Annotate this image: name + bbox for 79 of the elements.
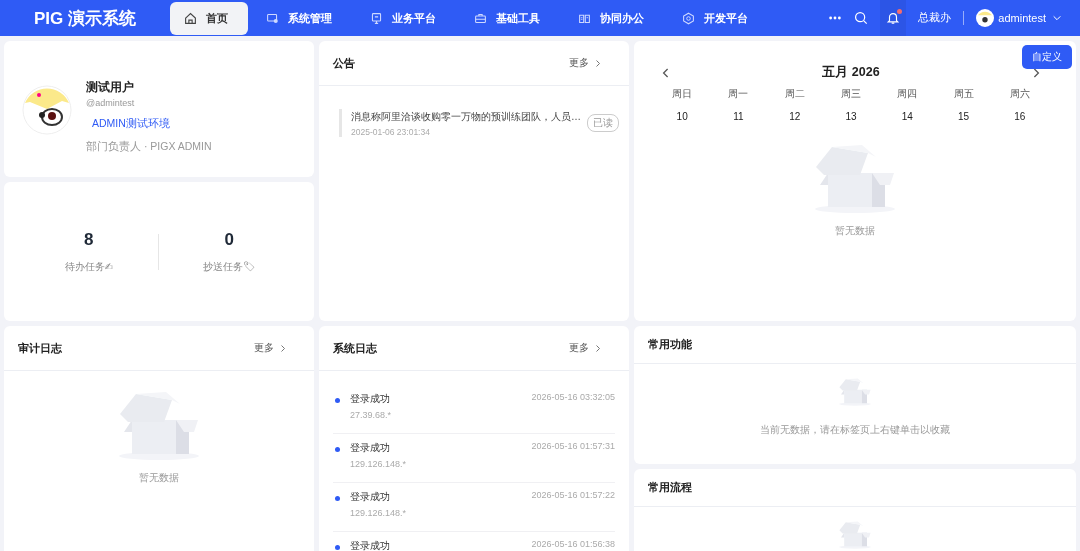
weekday-label: 周三	[840, 87, 862, 101]
calendar-day[interactable]: 16	[991, 111, 1048, 122]
avatar-icon[interactable]	[976, 9, 995, 27]
card-title: 审计日志	[18, 340, 62, 356]
home-icon	[184, 11, 197, 25]
more-link[interactable]: 更多	[254, 341, 300, 355]
empty-text: 暂无数据	[835, 224, 875, 238]
chevron-right-icon	[280, 343, 286, 353]
task-label: 待办任务✍	[64, 259, 113, 274]
log-event: 登录成功	[350, 539, 391, 551]
log-ip: 129.126.148.*	[350, 459, 408, 469]
user-role: 部门负责人 · PIGX ADMIN	[86, 140, 212, 154]
weekday-label: 周四	[896, 87, 919, 101]
calendar-month: 五月 2026	[822, 64, 880, 81]
log-time: 2026-05-16 03:32:05	[531, 392, 615, 402]
weekday-label: 周一	[727, 87, 750, 101]
task-count[interactable]: 8	[84, 229, 94, 250]
status-dot	[335, 398, 340, 403]
read-badge: 已读	[587, 114, 619, 132]
calendar-day[interactable]: 13	[822, 111, 880, 122]
log-event: 登录成功	[350, 392, 391, 406]
environment-tag: ADMIN测试环境	[92, 117, 212, 131]
nav-tab[interactable]: 开发平台	[668, 1, 768, 35]
app-logo: PIG 演示系统	[34, 7, 137, 30]
notice-time: 2025-01-06 23:01:34	[351, 127, 431, 137]
weekday-label: 周六	[1008, 87, 1031, 101]
task-count[interactable]: 0	[224, 229, 234, 250]
hexagon-icon	[682, 11, 695, 25]
log-time: 2026-05-16 01:57:31	[531, 441, 615, 451]
search-icon[interactable]	[854, 11, 869, 25]
chevron-left-icon[interactable]	[662, 66, 670, 79]
nav-tab[interactable]: 系统管理	[252, 1, 352, 35]
empty-text: 当前无数据，请在标签页上右键单击以收藏	[760, 423, 950, 437]
chevron-right-icon[interactable]	[1032, 66, 1040, 79]
notice-text: 消息称阿里洽谈收购零一万物的预训练团队，人员…	[351, 110, 579, 124]
username[interactable]: admintest	[998, 12, 1046, 24]
bell-icon[interactable]	[886, 11, 901, 25]
card-title: 常用功能	[648, 337, 692, 352]
calendar-day[interactable]: 10	[654, 111, 711, 122]
customize-button[interactable]: 自定义	[1022, 45, 1072, 69]
log-event: 登录成功	[350, 441, 391, 455]
nav-tab[interactable]: 基础工具	[460, 1, 560, 35]
calendar-day[interactable]: 12	[766, 111, 823, 122]
chevron-right-icon	[595, 343, 601, 353]
department-label[interactable]: 总裁办	[918, 11, 952, 25]
task-label: 抄送任务🏷	[202, 259, 256, 274]
nav-tab[interactable]: 业务平台	[356, 1, 456, 35]
card-title: 系统日志	[333, 340, 377, 356]
card-title: 常用流程	[648, 480, 692, 495]
empty-box-icon	[837, 376, 873, 409]
log-ip: 27.39.68.*	[350, 410, 393, 420]
briefcase-icon	[474, 11, 487, 25]
more-link[interactable]: 更多	[569, 56, 615, 70]
screen-icon	[370, 11, 383, 25]
weekday-label: 周二	[783, 87, 806, 101]
avatar-icon	[22, 85, 72, 135]
log-time: 2026-05-16 01:56:38	[531, 539, 615, 549]
status-dot	[335, 545, 340, 550]
weekday-label: 周五	[952, 87, 975, 101]
status-dot	[335, 447, 340, 452]
weekday-label: 周日	[671, 87, 694, 101]
monitor-icon	[266, 11, 279, 25]
notice-item[interactable]: 消息称阿里洽谈收购零一万物的预训练团队，人员… 2025-01-06 23:01:34 已读	[339, 109, 619, 137]
card-title: 公告	[333, 55, 355, 71]
nav-tab[interactable]: 首页	[170, 1, 248, 35]
chevron-down-icon[interactable]	[1052, 13, 1062, 23]
empty-text: 暂无数据	[139, 471, 179, 485]
nav-tab[interactable]: 协同办公	[564, 1, 664, 35]
chevron-right-icon	[595, 58, 601, 68]
log-event: 登录成功	[350, 490, 391, 504]
calendar-day[interactable]: 11	[710, 111, 767, 122]
more-link[interactable]: 更多	[569, 341, 615, 355]
status-dot	[335, 496, 340, 501]
log-ip: 129.126.148.*	[350, 508, 408, 518]
user-handle: @admintest	[86, 98, 136, 108]
calendar-day[interactable]: 15	[935, 111, 992, 122]
calendar-day[interactable]: 14	[879, 111, 936, 122]
user-name: 测试用户	[86, 79, 135, 96]
log-time: 2026-05-16 01:57:22	[531, 490, 615, 500]
